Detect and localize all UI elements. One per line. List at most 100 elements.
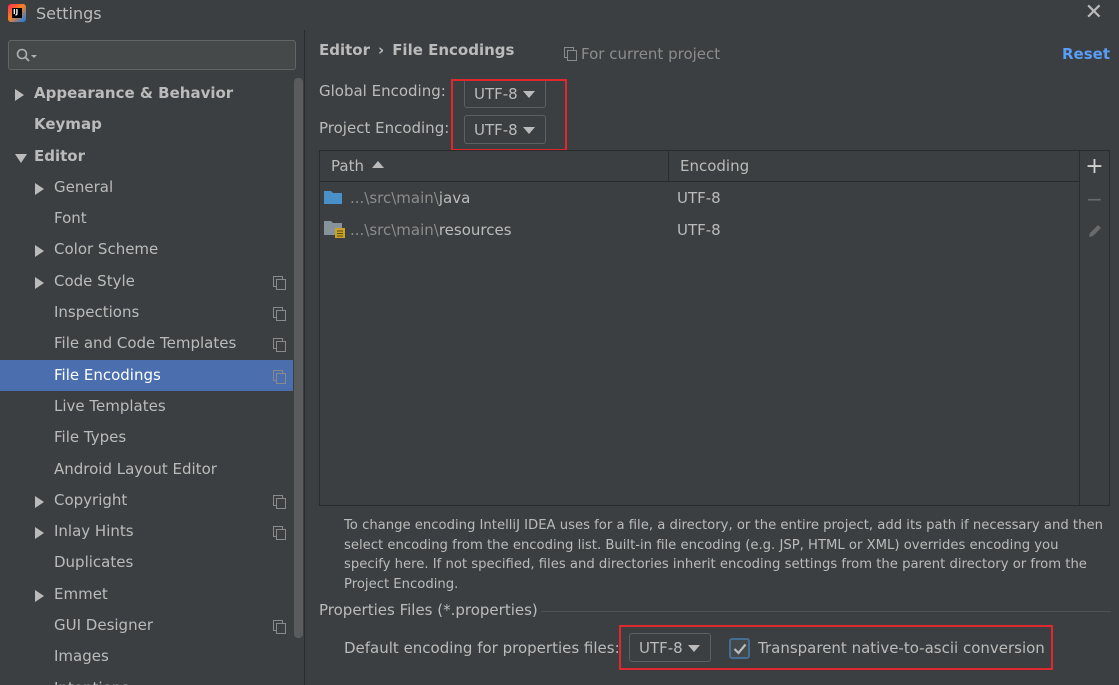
expand-right-icon[interactable] bbox=[35, 589, 44, 602]
table-row[interactable]: ...\src\main\resources UTF-8 bbox=[320, 214, 1080, 246]
sidebar-item-label: Intentions bbox=[54, 673, 129, 685]
sidebar-item-editor[interactable]: Editor bbox=[0, 141, 293, 172]
sidebar-item-label: Emmet bbox=[54, 584, 108, 603]
sidebar-item-images[interactable]: Images bbox=[0, 641, 293, 672]
breadcrumb-parent: Editor bbox=[319, 41, 370, 59]
remove-icon[interactable]: − bbox=[1080, 185, 1109, 213]
sidebar-item-inspections[interactable]: Inspections bbox=[0, 297, 293, 328]
sidebar-item-keymap[interactable]: Keymap bbox=[0, 109, 293, 140]
project-level-icon bbox=[273, 307, 286, 322]
chevron-down-icon bbox=[688, 645, 700, 652]
expand-right-icon[interactable] bbox=[15, 89, 24, 101]
properties-section-title: Properties Files (*.properties) bbox=[319, 601, 538, 619]
chevron-down-icon bbox=[523, 127, 535, 134]
table-row[interactable]: ...\src\main\java UTF-8 bbox=[320, 182, 1080, 214]
sidebar-item-label: Keymap bbox=[34, 115, 102, 134]
reset-link[interactable]: Reset bbox=[1062, 45, 1110, 63]
sidebar-item-intentions[interactable]: Intentions bbox=[0, 673, 293, 685]
expand-right-icon[interactable] bbox=[35, 245, 44, 258]
expand-down-icon[interactable] bbox=[15, 153, 27, 163]
sidebar-item-label: Font bbox=[54, 209, 87, 228]
sidebar-item-copyright[interactable]: Copyright bbox=[0, 485, 293, 516]
edit-icon[interactable] bbox=[1080, 217, 1109, 245]
checkmark-icon bbox=[733, 643, 747, 655]
project-scope-icon bbox=[564, 47, 577, 61]
sidebar-item-font[interactable]: Font bbox=[0, 203, 293, 234]
main-panel: Editor › File Encodings For current projec… bbox=[306, 30, 1119, 685]
sort-ascending-icon bbox=[371, 161, 384, 168]
project-encoding-value: UTF-8 bbox=[474, 121, 518, 139]
sidebar-item-live-templates[interactable]: Live Templates bbox=[0, 391, 293, 422]
sidebar-item-label: Copyright bbox=[54, 490, 128, 509]
sidebar-item-code-style[interactable]: Code Style bbox=[0, 266, 293, 297]
project-level-icon bbox=[273, 338, 286, 353]
sidebar-item-file-encodings[interactable]: File Encodings bbox=[0, 359, 293, 391]
native-to-ascii-checkbox[interactable] bbox=[729, 638, 750, 659]
settings-sidebar: Appearance & Behavior Keymap Editor General… bbox=[0, 30, 305, 685]
project-encoding-row: Project Encoding: bbox=[319, 113, 449, 143]
section-divider bbox=[541, 611, 1111, 612]
sidebar-item-label: Code Style bbox=[54, 271, 135, 290]
row-path-name: java bbox=[438, 189, 471, 207]
sidebar-item-appearance-behavior[interactable]: Appearance & Behavior bbox=[0, 78, 293, 109]
app-icon-text: IJ bbox=[13, 8, 19, 16]
sidebar-item-duplicates[interactable]: Duplicates bbox=[0, 547, 293, 578]
sidebar-item-android-layout-editor[interactable]: Android Layout Editor bbox=[0, 454, 293, 485]
project-encoding-label: Project Encoding: bbox=[319, 119, 450, 137]
breadcrumb-current: File Encodings bbox=[392, 41, 515, 59]
encoding-column-header[interactable]: Encoding bbox=[669, 151, 1080, 182]
path-column-header[interactable]: Path bbox=[320, 151, 669, 182]
sidebar-item-label: Duplicates bbox=[54, 553, 134, 572]
search-icon bbox=[16, 48, 37, 62]
sidebar-item-inlay-hints[interactable]: Inlay Hints bbox=[0, 516, 293, 547]
sidebar-item-color-scheme[interactable]: Color Scheme bbox=[0, 234, 293, 265]
global-encoding-label: Global Encoding: bbox=[319, 82, 446, 100]
sidebar-item-file-and-code-templates[interactable]: File and Code Templates bbox=[0, 328, 293, 359]
resources-folder-icon bbox=[324, 221, 345, 238]
native-to-ascii-label[interactable]: Transparent native-to-ascii conversion bbox=[758, 637, 1045, 659]
project-level-icon bbox=[273, 620, 286, 635]
project-level-icon bbox=[273, 494, 286, 509]
expand-right-icon[interactable] bbox=[35, 495, 44, 508]
global-encoding-dropdown[interactable]: UTF-8 bbox=[464, 79, 546, 108]
sidebar-scrollbar[interactable] bbox=[294, 78, 303, 638]
add-icon[interactable]: + bbox=[1080, 153, 1109, 181]
project-encoding-dropdown[interactable]: UTF-8 bbox=[464, 115, 546, 144]
sidebar-item-label: GUI Designer bbox=[54, 616, 153, 635]
sidebar-item-label: File and Code Templates bbox=[54, 334, 237, 353]
path-column-label: Path bbox=[331, 157, 364, 175]
window-title: Settings bbox=[36, 4, 102, 23]
folder-icon bbox=[324, 191, 342, 204]
sidebar-item-file-types[interactable]: File Types bbox=[0, 422, 293, 453]
expand-right-icon[interactable] bbox=[35, 182, 44, 195]
search-input[interactable] bbox=[43, 44, 288, 66]
sidebar-item-label: File Types bbox=[54, 428, 127, 447]
sidebar-item-label: Color Scheme bbox=[54, 240, 159, 259]
sidebar-item-gui-designer[interactable]: GUI Designer bbox=[0, 610, 293, 641]
sidebar-item-emmet[interactable]: Emmet bbox=[0, 579, 293, 610]
breadcrumb: Editor › File Encodings bbox=[319, 41, 514, 59]
properties-encoding-dropdown[interactable]: UTF-8 bbox=[629, 633, 711, 662]
row-path: ...\src\main\resources bbox=[350, 214, 512, 246]
path-encoding-table: Path Encoding ...\src\main\java UTF-8 ..… bbox=[319, 150, 1110, 506]
project-level-icon bbox=[273, 369, 286, 384]
encoding-column-label: Encoding bbox=[680, 157, 750, 175]
breadcrumb-separator: › bbox=[378, 41, 385, 59]
search-field[interactable] bbox=[8, 40, 296, 70]
sidebar-item-label: General bbox=[54, 177, 114, 196]
intellij-app-icon: IJ bbox=[8, 4, 26, 22]
expand-right-icon[interactable] bbox=[35, 527, 44, 540]
row-path-prefix: ...\src\main\ bbox=[350, 189, 439, 207]
project-scope-indicator: For current project bbox=[564, 45, 720, 63]
expand-right-icon[interactable] bbox=[35, 276, 44, 289]
sidebar-item-label: Android Layout Editor bbox=[54, 459, 217, 478]
title-bar: IJ Settings ✕ bbox=[0, 0, 1119, 30]
row-encoding: UTF-8 bbox=[677, 189, 721, 207]
sidebar-item-general[interactable]: General bbox=[0, 172, 293, 203]
sidebar-item-label: Appearance & Behavior bbox=[34, 84, 234, 102]
sidebar-item-label: Editor bbox=[34, 146, 85, 165]
close-icon[interactable]: ✕ bbox=[1085, 2, 1103, 24]
default-encoding-label: Default encoding for properties files: bbox=[344, 639, 620, 657]
chevron-down-icon bbox=[523, 91, 535, 98]
row-path-prefix: ...\src\main\ bbox=[350, 221, 439, 239]
